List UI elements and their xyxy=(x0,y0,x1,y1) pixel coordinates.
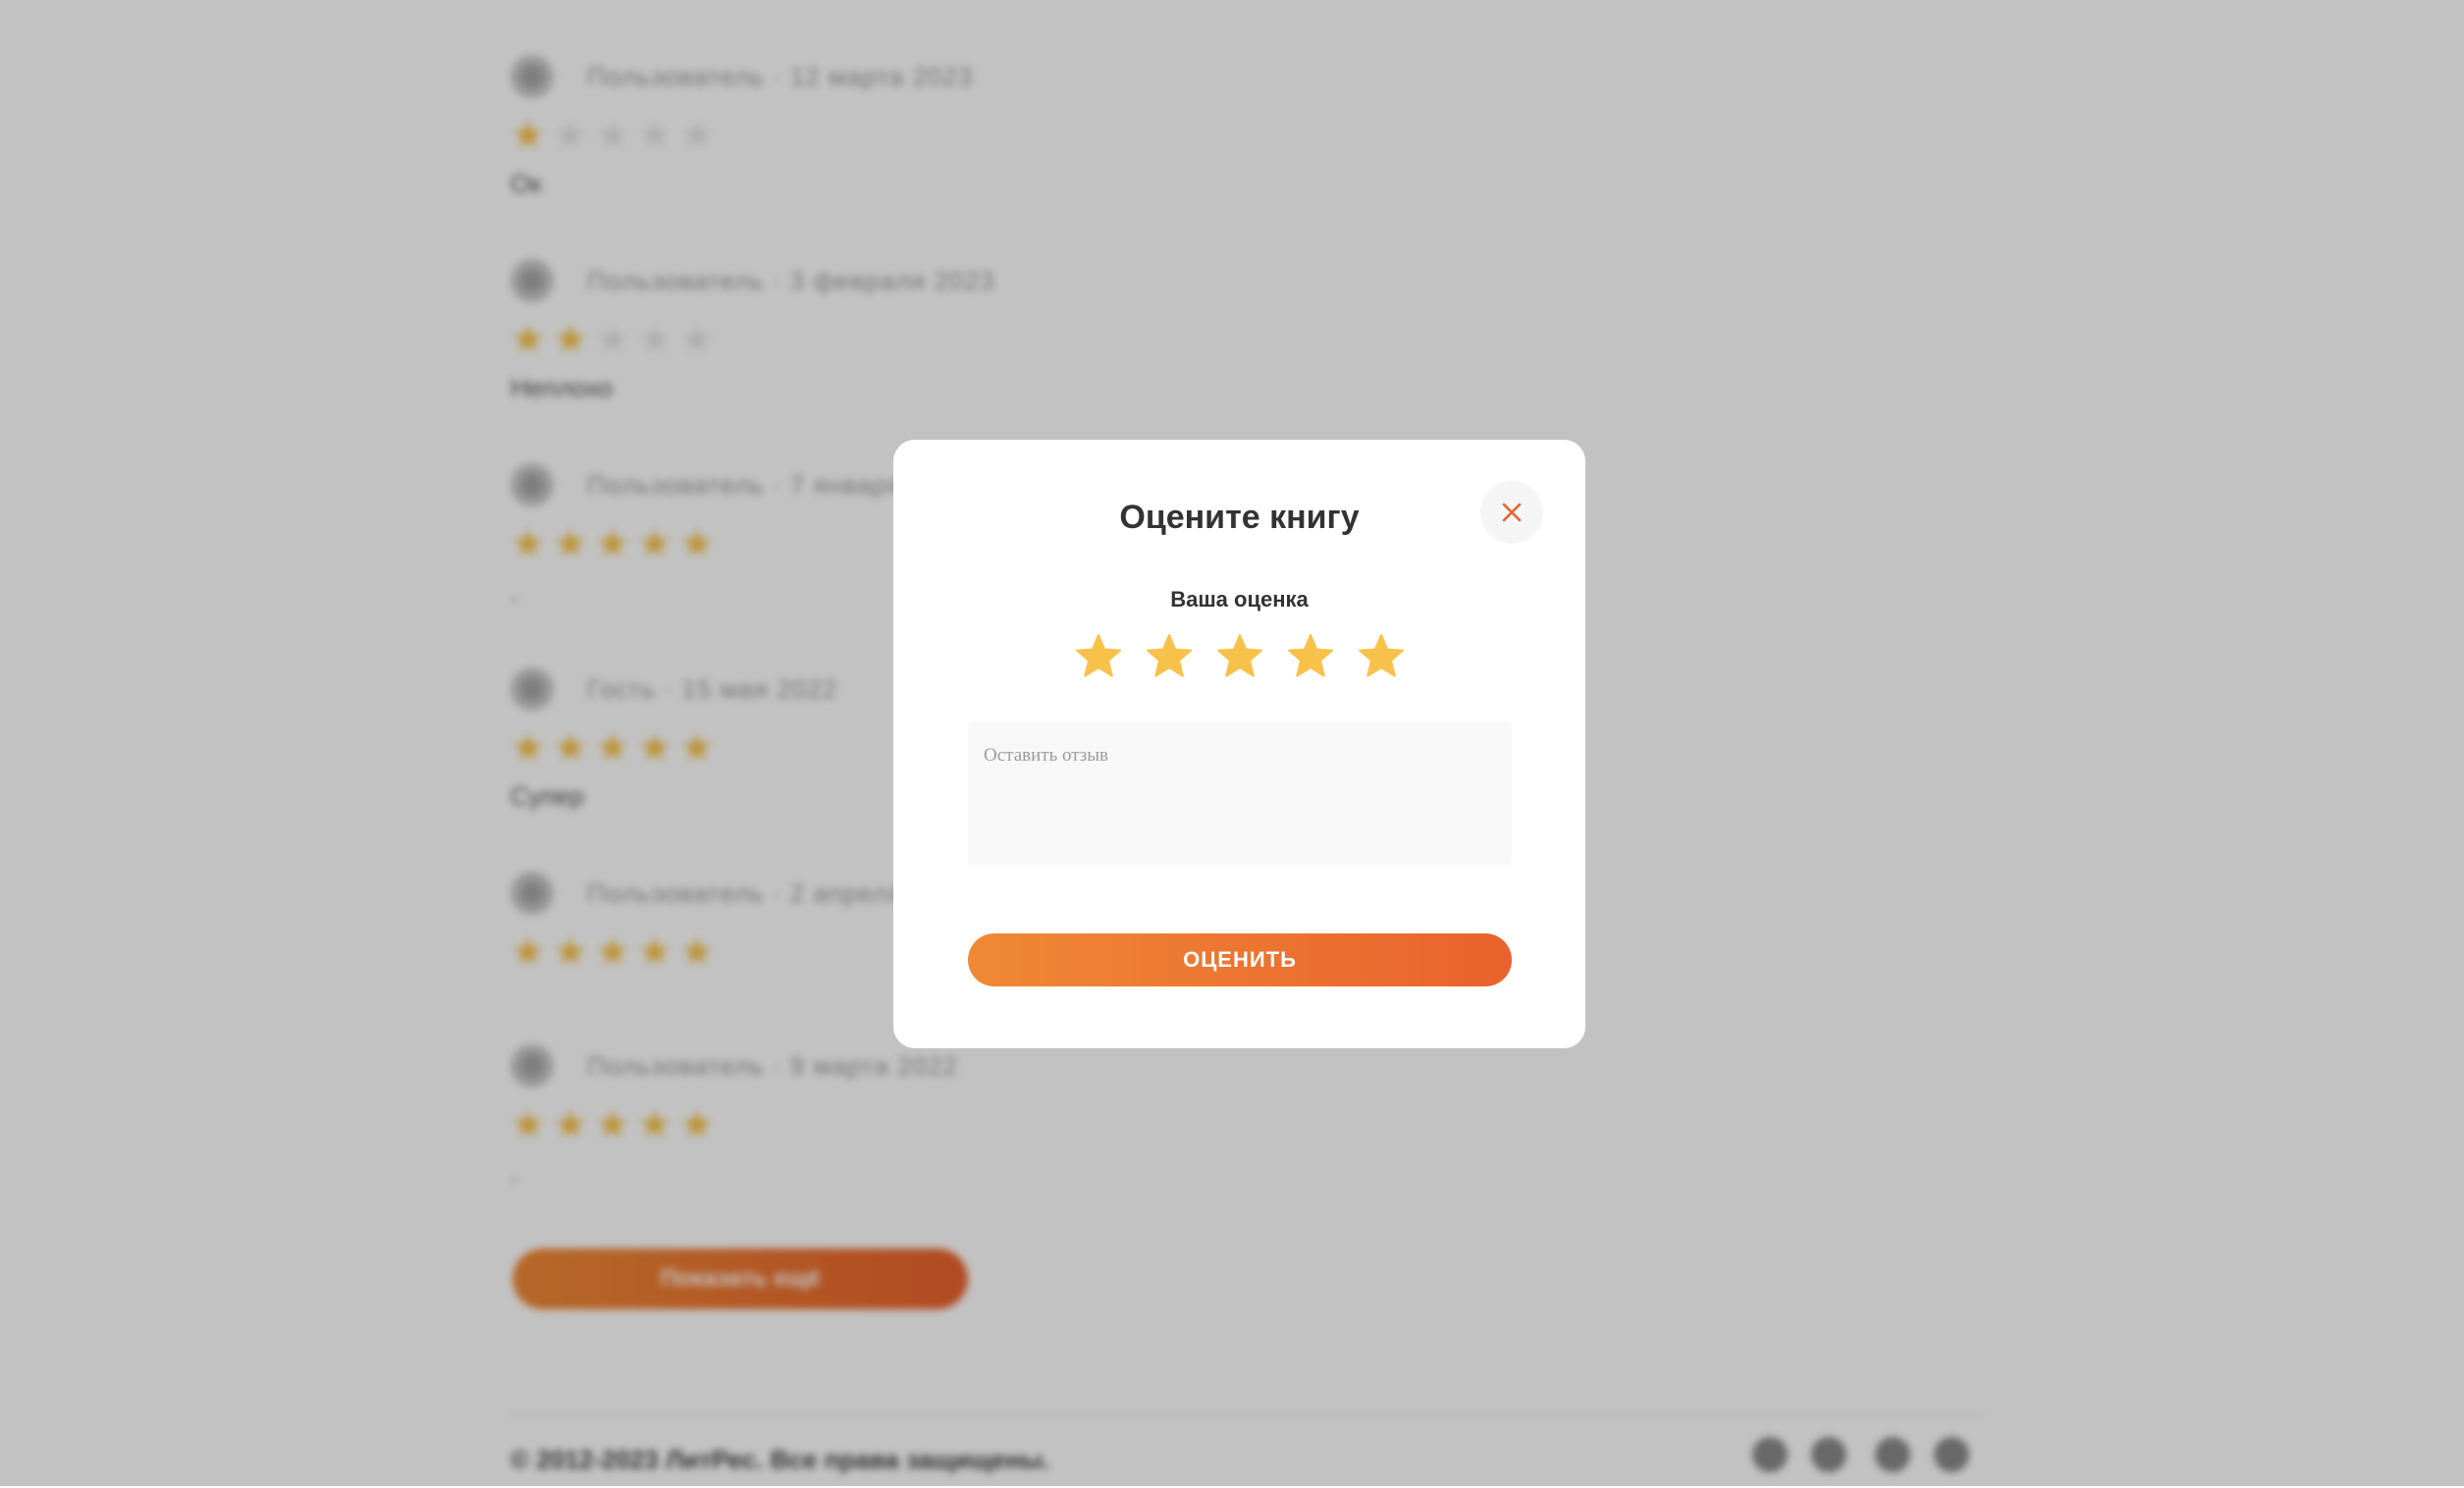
star-rating-1[interactable] xyxy=(1063,628,1134,683)
close-icon xyxy=(1502,503,1522,522)
rating-label: Ваша оценка xyxy=(1170,587,1309,611)
star-icon xyxy=(1075,634,1121,677)
submit-rating-button[interactable]: ОЦЕНИТЬ xyxy=(968,933,1512,986)
star-rating-4[interactable] xyxy=(1275,628,1346,683)
star-icon xyxy=(1358,634,1404,677)
close-button[interactable] xyxy=(1480,481,1543,544)
star-icon xyxy=(1146,634,1192,677)
star-rating xyxy=(893,628,1585,683)
star-icon xyxy=(1287,634,1333,677)
review-textarea[interactable] xyxy=(968,721,1512,865)
rate-book-modal: Оцените книгу Ваша оценка ОЦЕНИТЬ xyxy=(893,440,1585,1048)
star-icon xyxy=(1216,634,1262,677)
star-rating-3[interactable] xyxy=(1205,628,1275,683)
star-rating-2[interactable] xyxy=(1134,628,1205,683)
star-rating-5[interactable] xyxy=(1346,628,1417,683)
